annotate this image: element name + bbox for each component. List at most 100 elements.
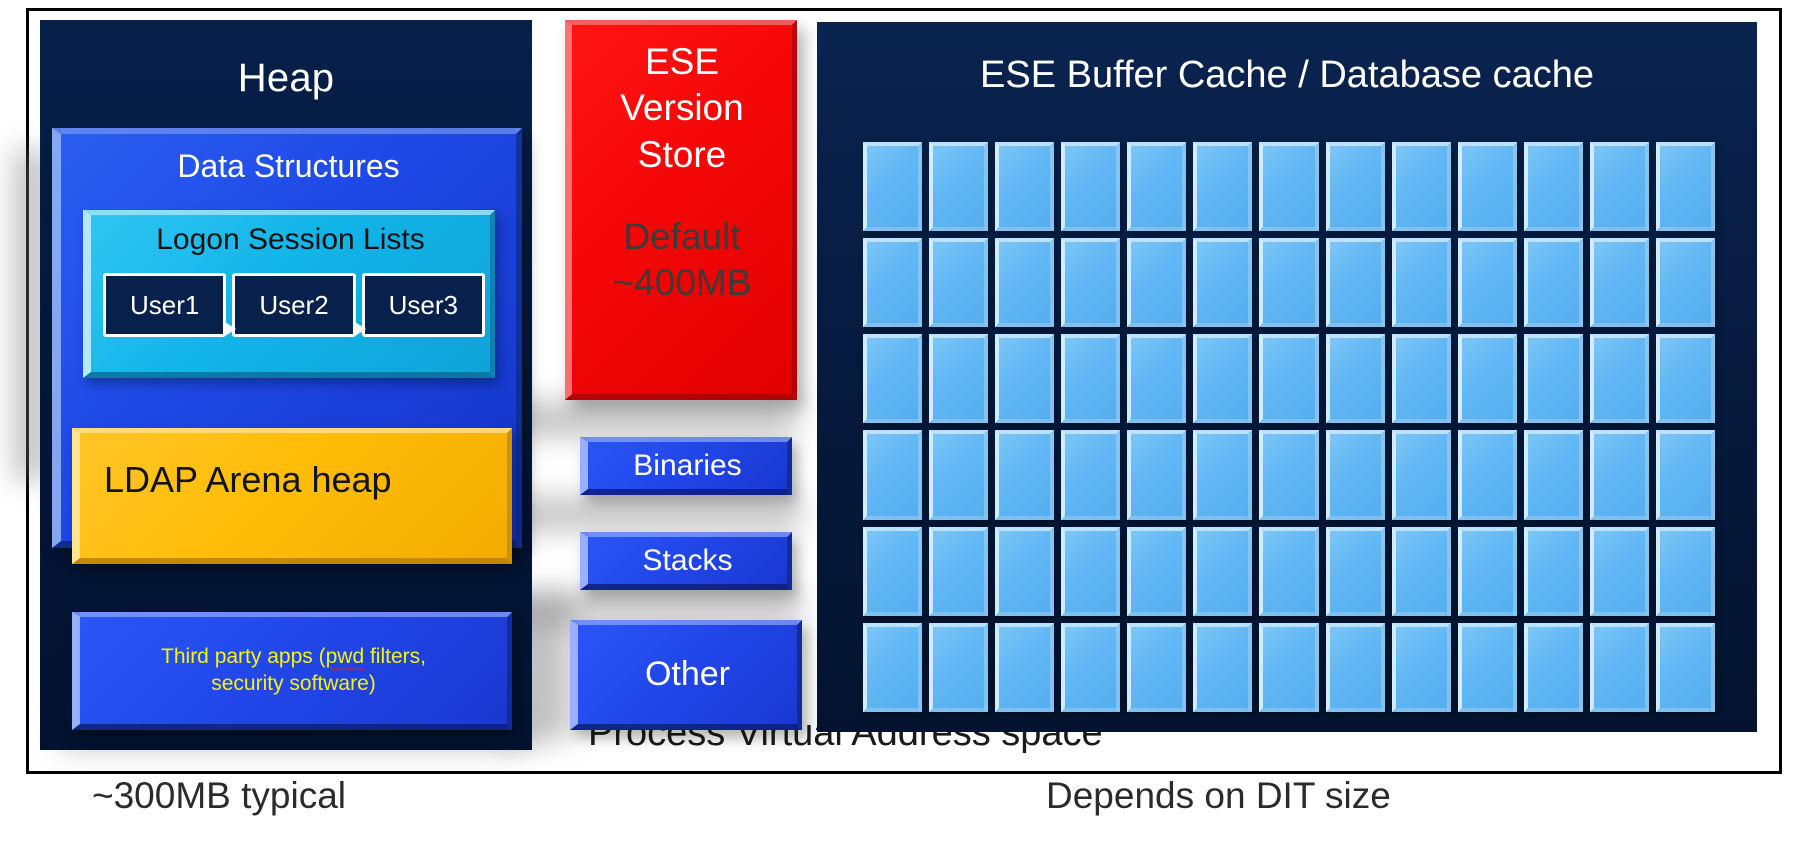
cache-page-tile xyxy=(1061,622,1121,712)
ese-version-store-title-line1: ESE xyxy=(644,41,720,82)
cache-page-tile xyxy=(1127,142,1187,232)
cache-page-tile xyxy=(1127,622,1187,712)
cache-page-tile xyxy=(1193,526,1253,616)
data-structures-label: Data Structures xyxy=(177,148,400,184)
cache-page-tile xyxy=(929,334,989,424)
user-session-item: User2 xyxy=(232,273,366,337)
cache-page-tile xyxy=(1523,526,1583,616)
cache-page-tile xyxy=(1589,238,1649,328)
caption-cache-size: Depends on DIT size xyxy=(1046,775,1391,816)
cache-page-tile xyxy=(1457,430,1517,520)
cache-page-tile xyxy=(1523,142,1583,232)
cache-page-tile xyxy=(1061,334,1121,424)
caption-heap-size: ~300MB typical xyxy=(92,775,346,816)
ese-version-store-default-size: Default ~400MB xyxy=(572,214,792,307)
cache-page-tile xyxy=(1127,238,1187,328)
user-session-label: User1 xyxy=(129,289,200,320)
cache-page-tile xyxy=(1457,334,1517,424)
cache-page-tile xyxy=(1523,430,1583,520)
link-arrow-icon xyxy=(225,322,237,336)
cache-page-tile xyxy=(863,526,923,616)
cache-page-tile xyxy=(1061,142,1121,232)
user-session-label: User2 xyxy=(259,289,329,320)
third-party-apps-box: Third party apps (pwd filters, security … xyxy=(72,612,512,730)
heap-title: Heap xyxy=(237,56,335,100)
cache-page-tile xyxy=(1259,622,1319,712)
cache-page-tile xyxy=(1655,334,1715,424)
cache-page-tile xyxy=(1325,430,1385,520)
cache-page-tile xyxy=(1655,238,1715,328)
versionstore-ambient-shadow xyxy=(496,402,796,436)
ldap-arena-heap-label: LDAP Arena heap xyxy=(104,459,392,500)
user-session-label: User3 xyxy=(388,289,458,320)
ese-version-store-default-value: ~400MB xyxy=(612,262,752,303)
cache-page-tile xyxy=(1589,622,1649,712)
cache-page-tile xyxy=(1391,622,1451,712)
cache-page-tile xyxy=(1655,430,1715,520)
stacks-label: Stacks xyxy=(642,543,733,577)
cache-page-tile xyxy=(1193,334,1253,424)
ese-buffer-cache-title: ESE Buffer Cache / Database cache xyxy=(980,54,1594,96)
cache-page-tile xyxy=(1457,238,1517,328)
cache-page-tile xyxy=(929,142,989,232)
third-party-text-line2: security software) xyxy=(211,671,376,695)
binaries-ambient-shadow xyxy=(500,498,800,530)
cache-page-tile xyxy=(995,526,1055,616)
ese-version-store-title-line2: Version xyxy=(620,87,744,129)
cache-page-tile xyxy=(995,622,1055,712)
cache-page-tile xyxy=(929,622,989,712)
cache-page-tile xyxy=(1655,622,1715,712)
link-arrow-icon xyxy=(354,322,366,336)
cache-page-tile xyxy=(1061,526,1121,616)
cache-page-tile xyxy=(863,142,923,232)
cache-page-tile xyxy=(1127,430,1187,520)
cache-page-tile xyxy=(929,526,989,616)
cache-page-tile xyxy=(1655,526,1715,616)
cache-page-tile xyxy=(1325,622,1385,712)
ese-buffer-cache-panel: ESE Buffer Cache / Database cache xyxy=(817,22,1757,732)
cache-page-tile xyxy=(1457,622,1517,712)
ldap-arena-heap-box: LDAP Arena heap xyxy=(72,428,512,564)
other-box: Other xyxy=(570,620,802,730)
user-session-row: User1 User2 User3 xyxy=(103,273,485,337)
other-label: Other xyxy=(644,655,731,693)
cache-page-tile xyxy=(1523,238,1583,328)
cache-page-tile xyxy=(1655,142,1715,232)
cache-page-tile xyxy=(863,430,923,520)
spellcheck-misspelled-word: pwd xyxy=(325,645,365,669)
cache-page-tile xyxy=(1391,526,1451,616)
cache-page-tile xyxy=(1127,526,1187,616)
cache-page-tile xyxy=(1127,334,1187,424)
third-party-text-part2: filters, xyxy=(364,645,426,669)
cache-page-tile xyxy=(1589,142,1649,232)
ese-buffer-cache-grid xyxy=(863,142,1715,712)
cache-page-tile xyxy=(1391,238,1451,328)
cache-page-tile xyxy=(1259,334,1319,424)
cache-page-tile xyxy=(1523,334,1583,424)
cache-page-tile xyxy=(1589,430,1649,520)
third-party-apps-label: Third party apps (pwd filters, security … xyxy=(147,644,440,697)
cache-page-tile xyxy=(863,238,923,328)
cache-page-tile xyxy=(1061,430,1121,520)
stacks-box: Stacks xyxy=(580,532,792,590)
user-session-item: User1 xyxy=(103,273,237,337)
binaries-label: Binaries xyxy=(633,448,742,482)
cache-page-tile xyxy=(1259,142,1319,232)
cache-page-tile xyxy=(863,334,923,424)
cache-page-tile xyxy=(1193,238,1253,328)
cache-page-tile xyxy=(1259,430,1319,520)
cache-page-tile xyxy=(1325,526,1385,616)
cache-page-tile xyxy=(929,430,989,520)
cache-page-tile xyxy=(863,622,923,712)
cache-page-tile xyxy=(1325,238,1385,328)
cache-page-tile xyxy=(1457,142,1517,232)
cache-page-tile xyxy=(1061,238,1121,328)
ese-version-store-default-label: Default xyxy=(623,215,741,257)
slide-canvas: Heap Data Structures Logon Session Lists… xyxy=(0,0,1808,843)
user-session-item: User3 xyxy=(361,273,485,337)
cache-page-tile xyxy=(1193,142,1253,232)
third-party-text-part1: Third party apps ( xyxy=(161,645,326,669)
cache-page-tile xyxy=(995,142,1055,232)
cache-page-tile xyxy=(1589,526,1649,616)
cache-page-tile xyxy=(995,430,1055,520)
